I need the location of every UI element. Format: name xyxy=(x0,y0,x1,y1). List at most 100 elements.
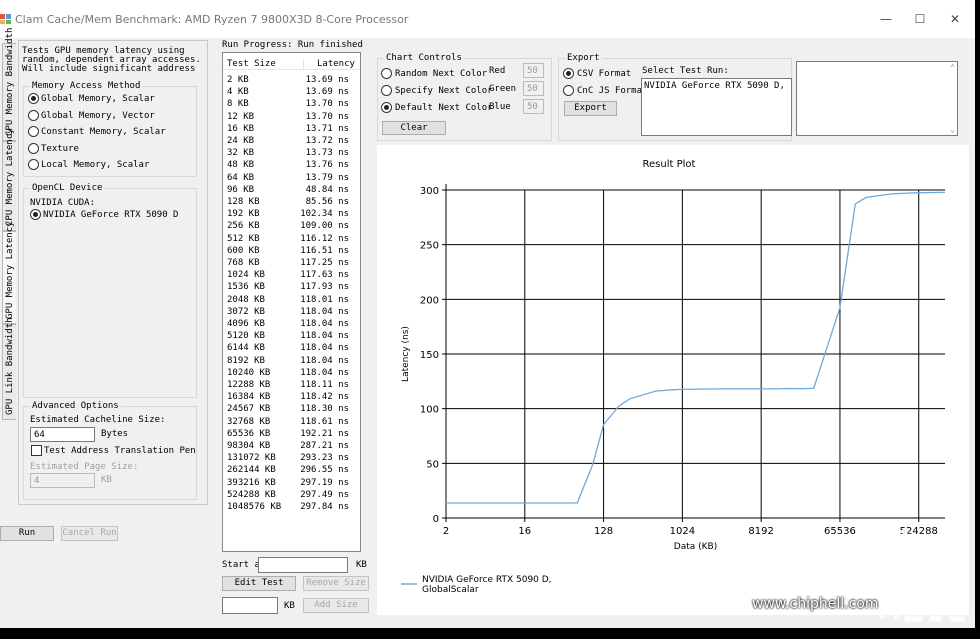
table-row[interactable]: 768 KB 117.25 ns xyxy=(223,257,359,269)
radio-constant-scalar[interactable] xyxy=(28,126,39,137)
series-line xyxy=(446,191,946,504)
table-row[interactable]: 131072 KB 293.23 ns xyxy=(223,452,359,464)
table-row[interactable]: 2 KB 13.69 ns xyxy=(223,74,359,86)
tab-gpu-memory-latency[interactable]: GPU Memory Latency xyxy=(2,221,16,324)
table-row[interactable]: 4 KB 13.69 ns xyxy=(223,86,359,98)
table-row[interactable]: 98304 KB 287.21 ns xyxy=(223,440,359,452)
row-latency: 293.23 ns xyxy=(300,453,349,464)
test-run-item[interactable]: NVIDIA GeForce RTX 5090 D, GlobalScalar xyxy=(644,81,790,91)
export-button[interactable]: Export xyxy=(564,101,617,116)
radio-device-rtx5090d[interactable] xyxy=(30,209,41,220)
cancel-run-button[interactable]: Cancel Run xyxy=(61,526,118,541)
table-row[interactable]: 2048 KB 118.01 ns xyxy=(223,294,359,306)
row-latency: 117.93 ns xyxy=(300,282,349,293)
clear-button[interactable]: Clear xyxy=(382,121,446,135)
table-row[interactable]: 524288 KB 297.49 ns xyxy=(223,489,359,501)
radio-default-next-color[interactable] xyxy=(381,102,392,113)
table-row[interactable]: 96 KB 48.84 ns xyxy=(223,184,359,196)
scroll-down-icon[interactable]: ⌄ xyxy=(950,125,955,134)
table-row[interactable]: 262144 KB 296.55 ns xyxy=(223,464,359,476)
row-latency: 297.49 ns xyxy=(300,489,349,500)
table-row[interactable]: 3072 KB 118.04 ns xyxy=(223,306,359,318)
radio-global-scalar[interactable] xyxy=(28,93,39,104)
table-row[interactable]: 12 KB 13.70 ns xyxy=(223,111,359,123)
row-test-size: 192 KB xyxy=(227,209,260,220)
add-size-input[interactable] xyxy=(222,597,278,614)
table-row[interactable]: 8 KB 13.70 ns xyxy=(223,98,359,110)
table-row[interactable]: 256 KB 109.00 ns xyxy=(223,220,359,232)
radio-csv-format-label: CSV Format xyxy=(577,69,632,79)
minimize-button[interactable]: — xyxy=(871,8,901,30)
add-size-button[interactable]: Add Size xyxy=(303,598,369,613)
table-row[interactable]: 65536 KB 192.21 ns xyxy=(223,428,359,440)
row-test-size: 16384 KB xyxy=(227,392,271,403)
row-latency: 13.72 ns xyxy=(305,136,349,146)
chart-title: Result Plot xyxy=(643,159,696,170)
radio-csv-format[interactable] xyxy=(563,68,574,79)
run-button[interactable]: Run xyxy=(0,526,54,541)
green-label: Green xyxy=(489,84,517,94)
translation-penalty-checkbox[interactable] xyxy=(31,445,42,456)
tab-cpu-memory-latency[interactable]: CPU Memory Latency xyxy=(2,128,16,231)
cacheline-size-input[interactable]: 64 xyxy=(30,427,95,442)
table-row[interactable]: 24 KB 13.72 ns xyxy=(223,135,359,147)
row-test-size: 5120 KB xyxy=(227,331,265,342)
radio-constant-scalar-label: Constant Memory, Scalar xyxy=(41,127,166,137)
table-row[interactable]: 8192 KB 118.04 ns xyxy=(223,355,359,367)
table-row[interactable]: 64 KB 13.79 ns xyxy=(223,172,359,184)
radio-texture[interactable] xyxy=(28,143,39,154)
table-row[interactable]: 512 KB 116.12 ns xyxy=(223,233,359,245)
blue-label: Blue xyxy=(489,102,511,112)
start-at-input[interactable] xyxy=(258,557,348,573)
page-size-input[interactable]: 4 xyxy=(30,473,95,488)
select-test-run-label: Select Test Run: xyxy=(642,66,729,76)
table-row[interactable]: 4096 KB 118.04 ns xyxy=(223,318,359,330)
radio-specify-next-color[interactable] xyxy=(381,85,392,96)
row-test-size: 6144 KB xyxy=(227,343,265,354)
remove-size-button[interactable]: Remove Size xyxy=(303,576,369,591)
radio-cnc-js-format-label: CnC JS Format xyxy=(577,86,648,96)
table-row[interactable]: 600 KB 116.51 ns xyxy=(223,245,359,257)
table-row[interactable]: 1048576 KB 297.84 ns xyxy=(223,501,359,513)
radio-global-vector[interactable] xyxy=(28,110,39,121)
table-row[interactable]: 128 KB 85.56 ns xyxy=(223,196,359,208)
table-row[interactable]: 24567 KB 118.30 ns xyxy=(223,403,359,415)
table-row[interactable]: 16384 KB 118.42 ns xyxy=(223,391,359,403)
add-size-unit: KB xyxy=(284,601,295,611)
red-input[interactable]: 50 xyxy=(523,63,544,78)
table-row[interactable]: 5120 KB 118.04 ns xyxy=(223,330,359,342)
table-row[interactable]: 192 KB 102.34 ns xyxy=(223,208,359,220)
radio-local-scalar[interactable] xyxy=(28,159,39,170)
scroll-up-icon[interactable]: ⌃ xyxy=(950,63,955,72)
tab-gpu-link-bandwidth[interactable]: GPU Link Bandwidth xyxy=(2,317,16,420)
y-tick-label: 250 xyxy=(420,241,439,252)
table-row[interactable]: 32768 KB 118.61 ns xyxy=(223,416,359,428)
radio-default-next-color-label: Default Next Color xyxy=(395,103,493,113)
close-button[interactable]: ✕ xyxy=(940,8,970,30)
export-textarea[interactable]: ⌃ ⌄ xyxy=(796,61,958,136)
green-input[interactable]: 50 xyxy=(523,81,544,96)
edit-test-button[interactable]: Edit Test xyxy=(222,576,296,591)
table-row[interactable]: 393216 KB 297.19 ns xyxy=(223,477,359,489)
test-run-listbox[interactable]: NVIDIA GeForce RTX 5090 D, GlobalScalar xyxy=(641,78,792,136)
radio-random-next-color[interactable] xyxy=(381,68,392,79)
col-test-size-header[interactable]: Test Size xyxy=(227,59,276,69)
table-row[interactable]: 6144 KB 118.04 ns xyxy=(223,342,359,354)
table-row[interactable]: 32 KB 13.73 ns xyxy=(223,147,359,159)
table-row[interactable]: 16 KB 13.71 ns xyxy=(223,123,359,135)
results-listview[interactable]: Test Size Latency 2 KB 13.69 ns 4 KB 13.69 … xyxy=(222,52,361,552)
table-row[interactable]: 1536 KB 117.93 ns xyxy=(223,281,359,293)
maximize-button[interactable]: ☐ xyxy=(905,8,935,30)
tab-cpu-memory-bandwidth[interactable]: CPU Memory Bandwidth xyxy=(2,28,16,141)
blue-input[interactable]: 50 xyxy=(523,99,544,114)
row-latency: 296.55 ns xyxy=(300,465,349,476)
row-test-size: 32768 KB xyxy=(227,416,271,427)
radio-cnc-js-format[interactable] xyxy=(563,85,574,96)
table-row[interactable]: 10240 KB 118.04 ns xyxy=(223,367,359,379)
table-row[interactable]: 48 KB 13.76 ns xyxy=(223,159,359,171)
radio-random-next-color-label: Random Next Color xyxy=(395,69,488,79)
table-row[interactable]: 12288 KB 118.11 ns xyxy=(223,379,359,391)
col-latency-header[interactable]: Latency xyxy=(317,59,355,69)
row-latency: 118.04 ns xyxy=(300,319,349,329)
table-row[interactable]: 1024 KB 117.63 ns xyxy=(223,269,359,281)
